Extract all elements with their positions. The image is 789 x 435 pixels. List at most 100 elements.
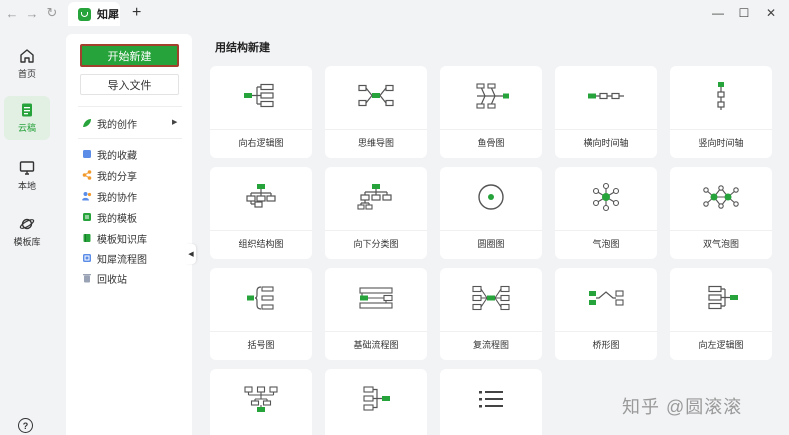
star-doc-icon [83,150,91,158]
template-card-vertical-timeline[interactable]: 竖向时间轴 [670,66,772,158]
card-label: 圆圈图 [477,239,505,249]
rail-item-cloud[interactable]: 云稿 [4,96,50,140]
template-card-circle-map[interactable]: 圆圈图 [440,167,542,259]
card-label: 组织结构图 [238,239,284,249]
card-label: 向下分类图 [353,239,399,249]
template-card-flowchart[interactable]: 基础流程图 [325,268,427,360]
mind-map-icon [358,84,394,107]
template-card-multi-flow[interactable]: 复流程图 [440,268,542,360]
sidebar-item-label: 我的创作 [97,119,137,131]
sidebar-item-label: 我的协作 [97,192,137,204]
sidebar-item-shares[interactable]: 我的分享 [82,167,137,183]
template-card-left-logic[interactable]: 向左逻辑图 [670,268,772,360]
tab-zhixi[interactable]: 知犀 [68,2,120,26]
template-card-down-tree[interactable]: 向下分类图 [325,167,427,259]
template-card-left-brace[interactable] [325,369,427,435]
rail-item-local[interactable]: 本地 [4,154,50,198]
sidebar-item-favorites[interactable]: 我的收藏 [82,146,137,162]
sidebar-item-label: 我的模板 [97,213,137,225]
rail-item-templates[interactable]: 模板库 [4,210,50,254]
card-label: 气泡图 [592,239,620,249]
card-label: 竖向时间轴 [698,138,744,148]
flowchart-doc-icon [83,254,91,262]
template-card-double-bubble[interactable]: 双气泡图 [670,167,772,259]
sidebar-item-collaboration[interactable]: 我的协作 [82,188,137,204]
card-divider [440,331,542,332]
new-button[interactable]: 开始新建 [80,44,179,67]
left-logic-icon [708,285,738,310]
card-divider [210,129,312,130]
minimize-icon[interactable]: — [708,3,728,23]
template-card-horizontal-timeline[interactable]: 横向时间轴 [555,66,657,158]
double-bubble-icon [703,185,739,209]
brace-map-icon [247,286,274,310]
card-label: 横向时间轴 [583,138,629,148]
down-tree-icon [357,184,392,210]
sidebar-item-flowchart[interactable]: 知犀流程图 [82,250,147,266]
card-divider [555,129,657,130]
card-label: 鱼骨图 [477,138,505,148]
divider [78,138,182,139]
template-card-mind-map[interactable]: 思维导图 [325,66,427,158]
template-card-list[interactable] [440,369,542,435]
sidebar-item-knowledge-base[interactable]: 模板知识库 [82,230,147,246]
template-card-org-chart[interactable]: 组织结构图 [210,167,312,259]
org-chart-icon [246,184,276,208]
sidebar-item-trash[interactable]: 回收站 [82,270,127,286]
expand-arrow-icon[interactable]: ▶ [172,118,177,126]
template-card-right-logic[interactable]: 向右逻辑图 [210,66,312,158]
flowchart-icon [359,287,393,309]
sidebar-item-label: 知犀流程图 [97,254,147,266]
template-card-bubble-map[interactable]: 气泡图 [555,167,657,259]
reload-icon[interactable]: ↻ [42,3,62,23]
template-card-bridge-map[interactable]: 桥形图 [555,268,657,360]
template-icon [83,213,91,221]
card-label: 向左逻辑图 [698,340,744,350]
book-icon [83,234,91,242]
card-divider [325,230,427,231]
sidebar-item-my-templates[interactable]: 我的模板 [82,209,137,225]
trash-icon [83,274,91,283]
card-label: 向右逻辑图 [238,138,284,148]
circle-map-icon [478,184,504,210]
card-label: 桥形图 [592,340,620,350]
rail-label: 云稿 [17,123,36,133]
rail-label: 本地 [17,181,36,191]
rail-label: 模板库 [13,237,41,247]
card-divider [555,331,657,332]
card-divider [670,331,772,332]
sidebar-item-label: 我的收藏 [97,150,137,162]
planet-icon [19,218,35,230]
list-icon [479,391,503,408]
section-title: 用结构新建 [215,42,270,54]
maximize-icon[interactable]: ☐ [734,3,754,23]
card-divider [325,331,427,332]
bubble-map-icon [592,182,620,212]
tab-label: 知犀 [97,9,119,21]
forward-icon[interactable]: → [22,3,42,23]
card-divider [670,129,772,130]
import-button[interactable]: 导入文件 [80,74,179,95]
leaf-icon [83,119,91,127]
help-icon[interactable]: ? [18,418,33,433]
rail-label: 首页 [17,69,36,79]
template-card-brace-map[interactable]: 括号图 [210,268,312,360]
rail-item-home[interactable]: 首页 [4,42,50,86]
collapse-sidebar-button[interactable]: ◀ [186,244,196,264]
back-icon[interactable]: ← [2,3,22,23]
up-tree-icon [244,386,278,412]
fishbone-icon [476,83,509,109]
card-label: 双气泡图 [702,239,739,249]
template-card-up-tree[interactable] [210,369,312,435]
card-divider [555,230,657,231]
card-divider [325,129,427,130]
sidebar-item-my-creations[interactable]: 我的创作 [82,115,137,131]
divider [78,106,182,107]
nav-buttons: ← → ↻ [2,3,62,23]
monitor-icon [19,161,35,175]
template-card-fishbone[interactable]: 鱼骨图 [440,66,542,158]
left-brace-icon [363,386,390,411]
close-icon[interactable]: ✕ [761,3,781,23]
card-divider [210,230,312,231]
new-tab-button[interactable]: + [132,4,141,22]
